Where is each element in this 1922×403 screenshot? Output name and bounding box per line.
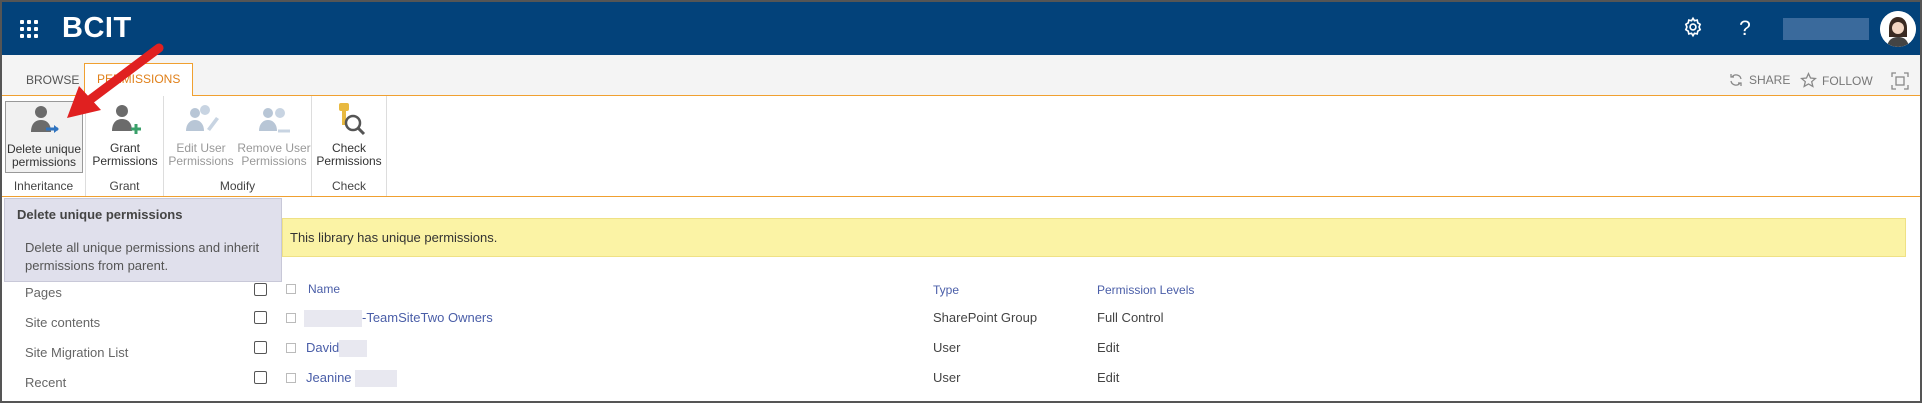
ribbon-tooltip: Delete unique permissions Delete all uni… [4,198,282,282]
row-permission-level: Full Control [1097,310,1164,325]
window-frame: BCIT ? BROWSE PERMISSIONS SHARE FOLLOW D… [0,0,1922,403]
row-name-link[interactable]: David [306,340,339,355]
nav-item-site-contents[interactable]: Site contents [25,315,100,330]
site-brand[interactable]: BCIT [62,12,132,45]
row-checkbox[interactable] [254,341,267,354]
app-launcher-icon[interactable] [20,20,40,38]
check-permissions-label-1: Check [331,141,366,155]
group-label-grant: Grant [109,179,140,193]
delete-unique-permissions-label-2: permissions [11,155,77,169]
column-header-permission-levels[interactable]: Permission Levels [1097,283,1194,297]
row-name-link[interactable]: -TeamSiteTwo Owners [362,310,493,325]
grant-permissions-label-1: Grant [109,141,140,155]
group-label-modify: Modify [219,179,256,193]
check-permissions-icon [339,103,366,136]
table-row[interactable]: Jeanine [306,370,398,388]
column-header-name[interactable]: Name [308,282,340,296]
row-type: User [933,370,961,385]
gear-icon[interactable] [1680,16,1706,42]
table-row[interactable]: David [306,340,368,358]
group-modify: Edit User Permissions Remove User Permis… [164,96,312,196]
share-label: SHARE [1749,73,1791,87]
remove-user-permissions-label-1: Remove User [237,141,311,155]
redacted-text [339,340,368,358]
remove-user-permissions-label-2: Permissions [241,154,307,168]
row-type: SharePoint Group [933,310,1038,325]
follow-button[interactable]: FOLLOW [1800,72,1873,89]
row-checkbox[interactable] [254,311,267,324]
unique-permissions-notice: This library has unique permissions. [282,218,1906,257]
avatar[interactable] [1880,11,1916,47]
edit-user-permissions-label-2: Permissions [168,154,234,168]
nav-item-site-migration-list[interactable]: Site Migration List [25,345,128,360]
edit-user-permissions-button[interactable]: Edit User Permissions [167,101,235,173]
remove-user-permissions-button[interactable]: Remove User Permissions [236,101,312,173]
remove-user-permissions-icon [259,108,290,133]
nav-item-pages[interactable]: Pages [25,285,62,300]
group-label-inheritance: Inheritance [13,179,74,193]
table-row[interactable]: -TeamSiteTwo Owners [304,310,493,328]
nav-item-recent[interactable]: Recent [25,375,66,390]
share-icon [1730,74,1742,86]
suite-bar: BCIT ? [2,2,1920,55]
ribbon-tab-strip: BROWSE PERMISSIONS SHARE FOLLOW [2,55,1920,97]
focus-content-button[interactable] [1891,72,1909,90]
redacted-text [304,310,362,328]
row-name-link[interactable]: Jeanine [306,370,352,385]
row-checkbox[interactable] [254,371,267,384]
share-button[interactable]: SHARE [1728,72,1790,88]
tooltip-body: Delete all unique permissions and inheri… [25,240,260,273]
select-all-checkbox[interactable] [254,283,267,296]
help-icon[interactable]: ? [1732,16,1758,42]
row-permission-level: Edit [1097,370,1120,385]
column-header-type[interactable]: Type [933,283,959,297]
user-item-icon [286,373,296,383]
check-permissions-button[interactable]: Check Permissions [315,101,383,173]
group-item-icon [286,313,296,323]
user-name-redacted[interactable] [1783,18,1869,40]
row-permission-level: Edit [1097,340,1120,355]
tooltip-title: Delete unique permissions [17,207,183,222]
annotation-arrow-icon [67,43,164,118]
check-permissions-label-2: Permissions [316,154,382,168]
grant-permissions-label-2: Permissions [92,154,158,168]
edit-user-permissions-label-1: Edit User [176,141,226,155]
group-label-check: Check [331,179,366,193]
redacted-text [355,370,398,388]
focus-content-icon [1891,72,1909,90]
edit-user-permissions-icon [186,105,219,131]
delete-unique-permissions-label-1: Delete unique [6,142,82,156]
user-item-icon [286,343,296,353]
item-type-icon-header [286,284,296,294]
star-icon [1800,72,1817,88]
row-type: User [933,340,961,355]
ribbon-body: Delete unique permissions Inheritance Gr… [2,96,1920,197]
group-check: Check Permissions Check [312,96,387,196]
follow-label: FOLLOW [1822,73,1873,88]
